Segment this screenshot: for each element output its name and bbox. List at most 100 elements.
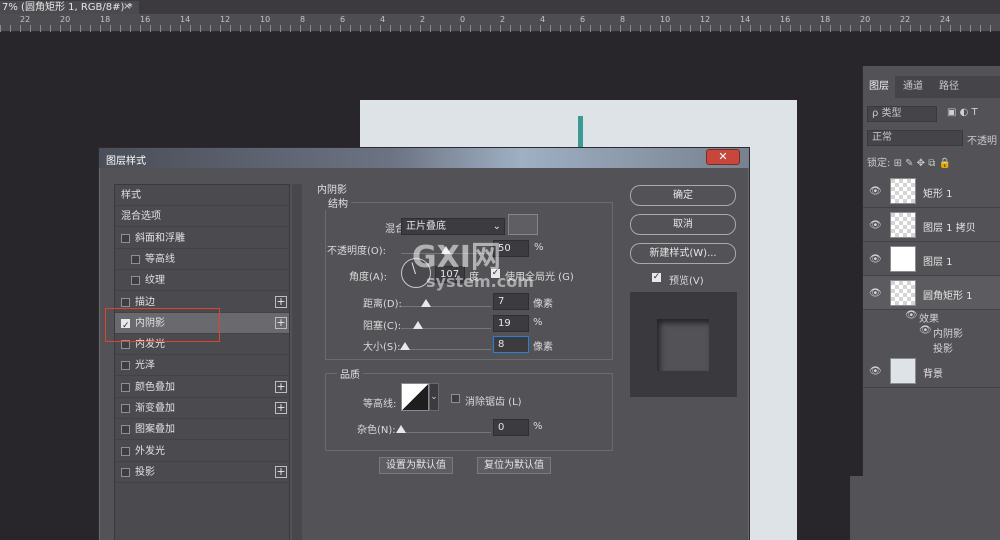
ruler-number: 16 (780, 15, 791, 24)
ruler-number: 24 (940, 15, 951, 24)
effect-inner-shadow[interactable]: 内阴影 (933, 325, 963, 340)
effects-label[interactable]: 效果 (919, 310, 939, 325)
layer-row[interactable]: 👁 图层 1 (863, 242, 1000, 276)
effect-eye-icon[interactable]: 👁 (919, 325, 932, 336)
distance-slider[interactable] (401, 306, 491, 307)
preview-square (657, 319, 709, 371)
style-checkbox[interactable] (121, 361, 130, 371)
style-list-item[interactable]: 光泽 (115, 355, 289, 377)
layer-row[interactable]: 👁 图层 1 拷贝 (863, 208, 1000, 242)
style-checkbox[interactable] (121, 446, 130, 456)
antialias-checkbox[interactable] (451, 394, 460, 403)
ruler-number: 20 (860, 15, 871, 24)
layer-blend-select[interactable]: 正常 (867, 130, 963, 146)
ruler-number: 12 (220, 15, 231, 24)
visibility-eye-icon[interactable]: 👁 (869, 288, 882, 299)
lock-icons[interactable]: ⊞ ✎ ✥ ⧉ 🔒 (894, 158, 951, 169)
add-effect-icon[interactable]: + (275, 402, 287, 414)
style-list: 样式混合选项斜面和浮雕等高线纹理描边+内阴影+内发光光泽颜色叠加+渐变叠加+图案… (114, 184, 290, 540)
size-input[interactable]: 8 (493, 336, 529, 353)
visibility-eye-icon[interactable]: 👁 (869, 186, 882, 197)
tab-channels[interactable]: 通道 (897, 76, 929, 98)
size-slider-thumb[interactable] (399, 342, 410, 350)
cancel-button[interactable]: 取消 (630, 214, 736, 235)
layer-thumbnail (890, 178, 916, 204)
add-effect-icon[interactable]: + (275, 295, 287, 308)
choke-unit: % (533, 317, 543, 328)
style-list-item[interactable]: 外发光 (115, 441, 289, 462)
choke-slider-thumb[interactable] (413, 321, 424, 329)
noise-slider[interactable] (401, 432, 491, 433)
size-slider[interactable] (401, 349, 491, 350)
ruler-number: 14 (740, 15, 751, 24)
style-list-item[interactable]: 混合选项 (115, 206, 289, 228)
layer-row[interactable]: 👁 背景 (863, 354, 1000, 388)
style-checkbox[interactable] (131, 276, 140, 286)
choke-input[interactable]: 19 (493, 315, 529, 332)
style-list-item[interactable]: 渐变叠加 + (115, 398, 289, 419)
style-checkbox[interactable] (121, 297, 130, 307)
contour-picker[interactable] (401, 383, 429, 411)
angle-label: 角度(A): (349, 272, 388, 283)
new-style-button[interactable]: 新建样式(W)... (630, 243, 736, 264)
tab-paths[interactable]: 路径 (933, 76, 965, 98)
ruler-number: 10 (260, 15, 271, 24)
style-list-item[interactable]: 斜面和浮雕 (115, 228, 289, 249)
effect-eye-icon[interactable]: 👁 (905, 310, 918, 321)
watermark: GXI网 system.com (412, 232, 572, 302)
layer-name[interactable]: 图层 1 拷贝 (923, 219, 976, 234)
add-effect-icon[interactable]: + (275, 380, 287, 393)
noise-input[interactable]: 0 (493, 419, 529, 436)
layer-name[interactable]: 背景 (923, 365, 943, 380)
visibility-eye-icon[interactable]: 👁 (869, 220, 882, 231)
style-checkbox[interactable] (121, 404, 130, 413)
close-icon[interactable]: × (123, 1, 131, 13)
size-label: 大小(S): (363, 342, 401, 353)
preview-checkbox[interactable]: ✓ (652, 273, 661, 282)
dialog-title: 图层样式 (106, 156, 146, 167)
ruler-number: 6 (580, 15, 586, 24)
noise-slider-thumb[interactable] (396, 425, 406, 433)
style-checkbox[interactable] (121, 233, 130, 243)
contour-dropdown-icon[interactable]: ⌄ (429, 383, 439, 411)
style-checkbox[interactable] (131, 254, 140, 264)
style-list-item[interactable]: 投影 + (115, 462, 289, 483)
ruler-number: 8 (620, 15, 626, 24)
highlight-box (105, 308, 220, 342)
ruler-number: 20 (60, 15, 71, 24)
style-checkbox[interactable] (121, 425, 130, 435)
set-default-button[interactable]: 设置为默认值 (379, 457, 453, 474)
add-effect-icon[interactable]: + (275, 316, 287, 329)
reset-default-button[interactable]: 复位为默认值 (477, 457, 551, 474)
dialog-close-button[interactable]: ✕ (706, 149, 740, 165)
dialog-titlebar[interactable]: 图层样式 (99, 148, 749, 168)
style-list-label: 渐变叠加 (135, 403, 175, 414)
document-tab[interactable]: 7% (圆角矩形 1, RGB/8#) * (0, 1, 139, 14)
tab-layers[interactable]: 图层 (863, 76, 895, 98)
noise-unit: % (533, 421, 543, 432)
add-effect-icon[interactable]: + (275, 465, 287, 478)
layer-filter-select[interactable]: ρ 类型 (867, 106, 937, 122)
style-list-item[interactable]: 样式 (115, 185, 289, 206)
style-list-item[interactable]: 图案叠加 (115, 419, 289, 441)
style-list-item[interactable]: 纹理 (115, 270, 289, 292)
ok-button[interactable]: 确定 (630, 185, 736, 206)
layer-name[interactable]: 矩形 1 (923, 185, 953, 200)
layer-name[interactable]: 圆角矩形 1 (923, 287, 973, 302)
style-list-item[interactable]: 等高线 (115, 249, 289, 270)
style-list-item[interactable]: 颜色叠加 + (115, 377, 289, 398)
ruler-number: 2 (500, 15, 506, 24)
effect-drop-shadow[interactable]: 投影 (933, 340, 953, 355)
visibility-eye-icon[interactable]: 👁 (869, 254, 882, 265)
style-checkbox[interactable] (121, 467, 130, 477)
list-scrollbar[interactable] (292, 184, 302, 540)
opacity-label: 不透明度(O): (327, 246, 387, 257)
layer-name[interactable]: 图层 1 (923, 253, 953, 268)
style-checkbox[interactable] (121, 382, 130, 392)
layer-row[interactable]: 👁 圆角矩形 1 (863, 276, 1000, 310)
layer-row[interactable]: 👁 矩形 1 (863, 174, 1000, 208)
visibility-eye-icon[interactable]: 👁 (869, 366, 882, 377)
layers-panel: 图层 通道 路径 ρ 类型 ▣ ◐ T 正常 不透明 锁定: ⊞ ✎ ✥ ⧉ 🔒… (862, 66, 1000, 540)
watermark-url: system.com (426, 272, 534, 291)
filter-icons[interactable]: ▣ ◐ T (947, 107, 978, 118)
